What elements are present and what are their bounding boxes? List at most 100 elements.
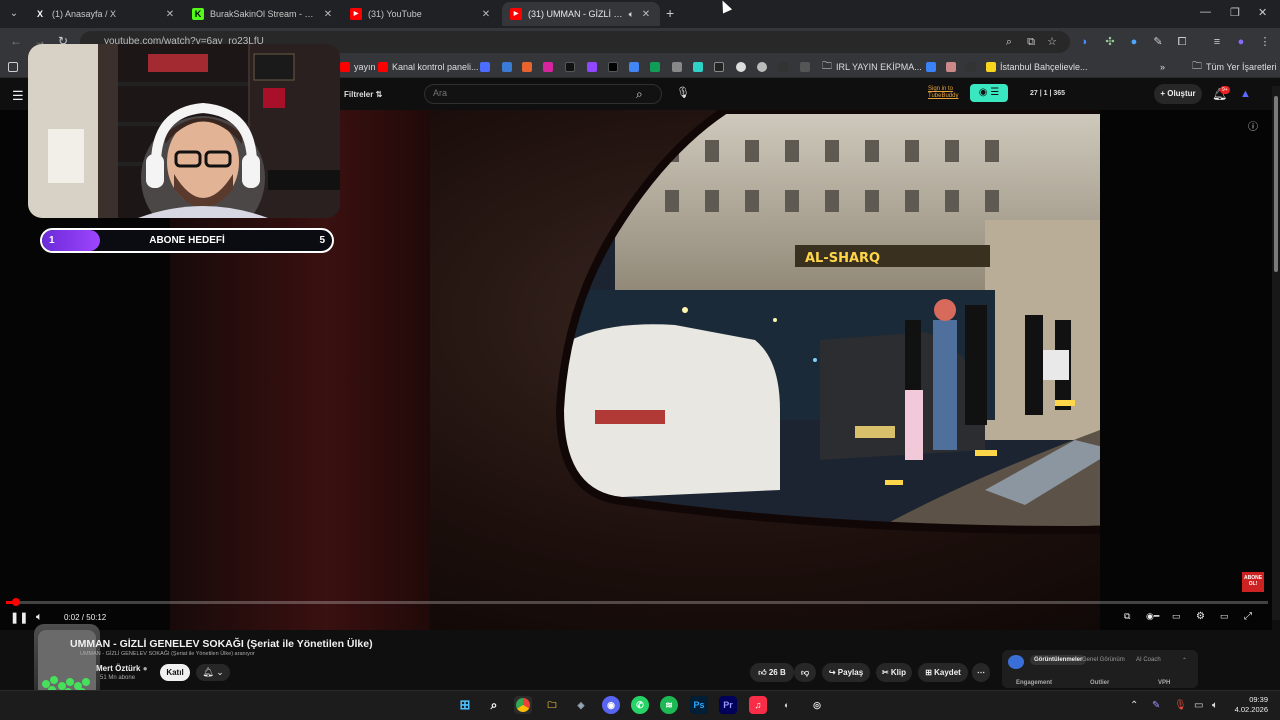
autoplay-toggle[interactable]: ◉━	[1146, 611, 1159, 622]
tray-expand-icon[interactable]: ⌃	[1130, 700, 1138, 711]
maximize-icon[interactable]: ❐	[1230, 6, 1240, 19]
tray-app-icon[interactable]: ✎	[1152, 700, 1160, 711]
extensions-puzzle-icon[interactable]: ⧠	[1175, 35, 1189, 49]
bookmark-icon[interactable]	[736, 62, 746, 72]
speaker-icon[interactable]: 🔈︎	[629, 9, 634, 20]
scrollbar-thumb[interactable]	[1274, 96, 1278, 272]
extension-icon[interactable]: ✎	[1151, 35, 1165, 49]
panel-tab-ai-coach[interactable]: AI Coach	[1136, 657, 1161, 663]
obs-icon[interactable]: ◎	[808, 696, 826, 714]
back-icon[interactable]: ←	[10, 34, 22, 48]
progress-bar[interactable]	[6, 598, 1268, 606]
search-box[interactable]	[424, 84, 662, 104]
panel-tab-views[interactable]: Görüntülenmeler	[1030, 655, 1087, 665]
more-bookmarks-icon[interactable]: »	[1160, 60, 1165, 74]
new-tab-button[interactable]: +	[666, 6, 674, 20]
bookmark-icon[interactable]	[757, 62, 767, 72]
premiere-icon[interactable]: Pr	[719, 696, 737, 714]
apps-grid-icon[interactable]	[8, 62, 18, 72]
channel-name[interactable]: Mert Öztürk ●	[96, 664, 148, 673]
system-clock[interactable]: 09:39 4.02.2026	[1235, 695, 1268, 715]
close-tab-icon[interactable]: ✕	[322, 9, 334, 20]
extension-icon[interactable]: ●	[1127, 35, 1141, 49]
bookmark-icon[interactable]	[693, 62, 703, 72]
subscribe-notification-button[interactable]: 🔔︎ ⌄	[196, 664, 230, 681]
bookmark-icon[interactable]	[946, 62, 956, 72]
bookmark-item[interactable]: Kanal kontrol paneli...	[378, 60, 479, 74]
bookmark-icon[interactable]	[926, 62, 936, 72]
volume-tray-icon[interactable]: 🔈︎	[1212, 700, 1218, 711]
photoshop-icon[interactable]: Ps	[690, 696, 708, 714]
volume-icon[interactable]: 🔈︎	[36, 611, 43, 624]
bookmark-icon[interactable]	[502, 62, 512, 72]
tubebuddy-toggle[interactable]: ◉ ☰	[970, 84, 1008, 102]
theater-mode-icon[interactable]: ▭	[1220, 611, 1229, 622]
bookmark-item[interactable]: İstanbul Bahçelievle...	[986, 60, 1088, 74]
bookmark-icon[interactable]	[800, 62, 810, 72]
microphone-icon[interactable]: 🎙︎	[676, 86, 690, 102]
bookmark-item[interactable]: yayın	[340, 60, 376, 74]
share-button[interactable]: ↪ Paylaş	[822, 663, 870, 682]
windows-start-icon[interactable]: ⊞	[456, 696, 474, 714]
join-button[interactable]: Katıl	[160, 664, 190, 681]
dislike-button[interactable]: 👎︎	[794, 663, 816, 682]
bookmark-folder[interactable]: 🗀︎ IRL YAYIN EKİPMA...	[822, 60, 922, 74]
docs-icon[interactable]	[629, 62, 639, 72]
bookmark-icon[interactable]	[714, 62, 724, 72]
search-icon[interactable]: ⌕	[636, 87, 643, 102]
like-button[interactable]: 👍︎ 26 B	[750, 663, 794, 682]
all-bookmarks-folder[interactable]: 🗀︎ Tüm Yer İşaretleri	[1192, 60, 1277, 74]
zoom-icon[interactable]: ⌕	[1002, 35, 1016, 49]
filters-button[interactable]: Filtreler ⇅	[344, 90, 382, 99]
twitch-icon[interactable]	[587, 62, 597, 72]
spotify-icon[interactable]: ≋	[660, 696, 678, 714]
media-control-icon[interactable]: ≡	[1210, 35, 1224, 49]
star-bookmark-icon[interactable]: ☆	[1045, 35, 1059, 49]
bookmark-icon[interactable]	[966, 62, 976, 72]
more-actions-icon[interactable]: ⋯	[972, 663, 990, 682]
hamburger-menu-icon[interactable]: ☰	[12, 88, 24, 104]
clip-button[interactable]: ✂ Klip	[876, 663, 912, 682]
chrome-icon[interactable]	[514, 696, 532, 714]
close-tab-icon[interactable]: ✕	[640, 9, 652, 20]
browser-tab[interactable]: X (1) Anasayfa / X ✕	[26, 2, 184, 26]
panel-collapse-icon[interactable]: ⌃	[1182, 657, 1187, 664]
discord-icon[interactable]: ◉	[602, 696, 620, 714]
whatsapp-icon[interactable]: ✆	[631, 696, 649, 714]
music-icon[interactable]: ♫	[749, 696, 767, 714]
app-icon[interactable]: ◐	[778, 696, 796, 714]
x-icon[interactable]	[608, 62, 618, 72]
network-icon[interactable]: ▭	[1194, 700, 1203, 711]
extension-icon[interactable]: ✣	[1103, 35, 1117, 49]
settings-gear-icon[interactable]: ⚙	[1196, 611, 1205, 622]
extension-icon[interactable]: ◗	[1078, 35, 1092, 49]
bookmark-icon[interactable]	[480, 62, 490, 72]
file-explorer-icon[interactable]: 🗀︎	[543, 696, 561, 714]
account-avatar-icon[interactable]: ▲	[1240, 88, 1251, 100]
info-icon[interactable]: ⓘ	[1248, 118, 1258, 133]
sheets-icon[interactable]	[650, 62, 660, 72]
subtitles-icon[interactable]: ▭	[1172, 611, 1181, 622]
close-tab-icon[interactable]: ✕	[480, 9, 492, 20]
install-app-icon[interactable]: ⧉	[1024, 35, 1038, 49]
tubebuddy-signin-link[interactable]: Sign in to TubeBuddy	[928, 86, 958, 100]
fullscreen-icon[interactable]: ⤢	[1244, 611, 1252, 622]
close-tab-icon[interactable]: ✕	[164, 9, 176, 20]
tiktok-icon[interactable]	[565, 62, 575, 72]
browser-tab[interactable]: K BurakSakinOl Stream - Watch Live on Ki…	[184, 2, 342, 26]
microphone-tray-icon[interactable]: 🎙︎	[1174, 700, 1187, 711]
search-input[interactable]	[433, 88, 633, 98]
profile-avatar-icon[interactable]: ●	[1234, 35, 1248, 49]
steam-icon[interactable]: ◈	[572, 696, 590, 714]
extension-player-icon[interactable]: ⧉	[1124, 611, 1130, 622]
pause-icon[interactable]: ❚❚	[10, 611, 28, 624]
instagram-icon[interactable]	[543, 62, 553, 72]
browser-tab-active[interactable]: ▶ (31) UMMAN - GİZLİ GENELEV SOKAĞI 🔈︎ ✕	[502, 2, 660, 26]
bookmark-icon[interactable]	[522, 62, 532, 72]
close-window-icon[interactable]: ✕	[1258, 6, 1267, 19]
create-button[interactable]: + Oluştur	[1154, 84, 1202, 104]
bookmark-icon[interactable]	[672, 62, 682, 72]
more-menu-icon[interactable]: ⋮	[1258, 35, 1272, 49]
panel-tab-overview[interactable]: Genel Görünüm	[1082, 657, 1125, 663]
browser-tab[interactable]: ▶ (31) YouTube ✕	[342, 2, 500, 26]
